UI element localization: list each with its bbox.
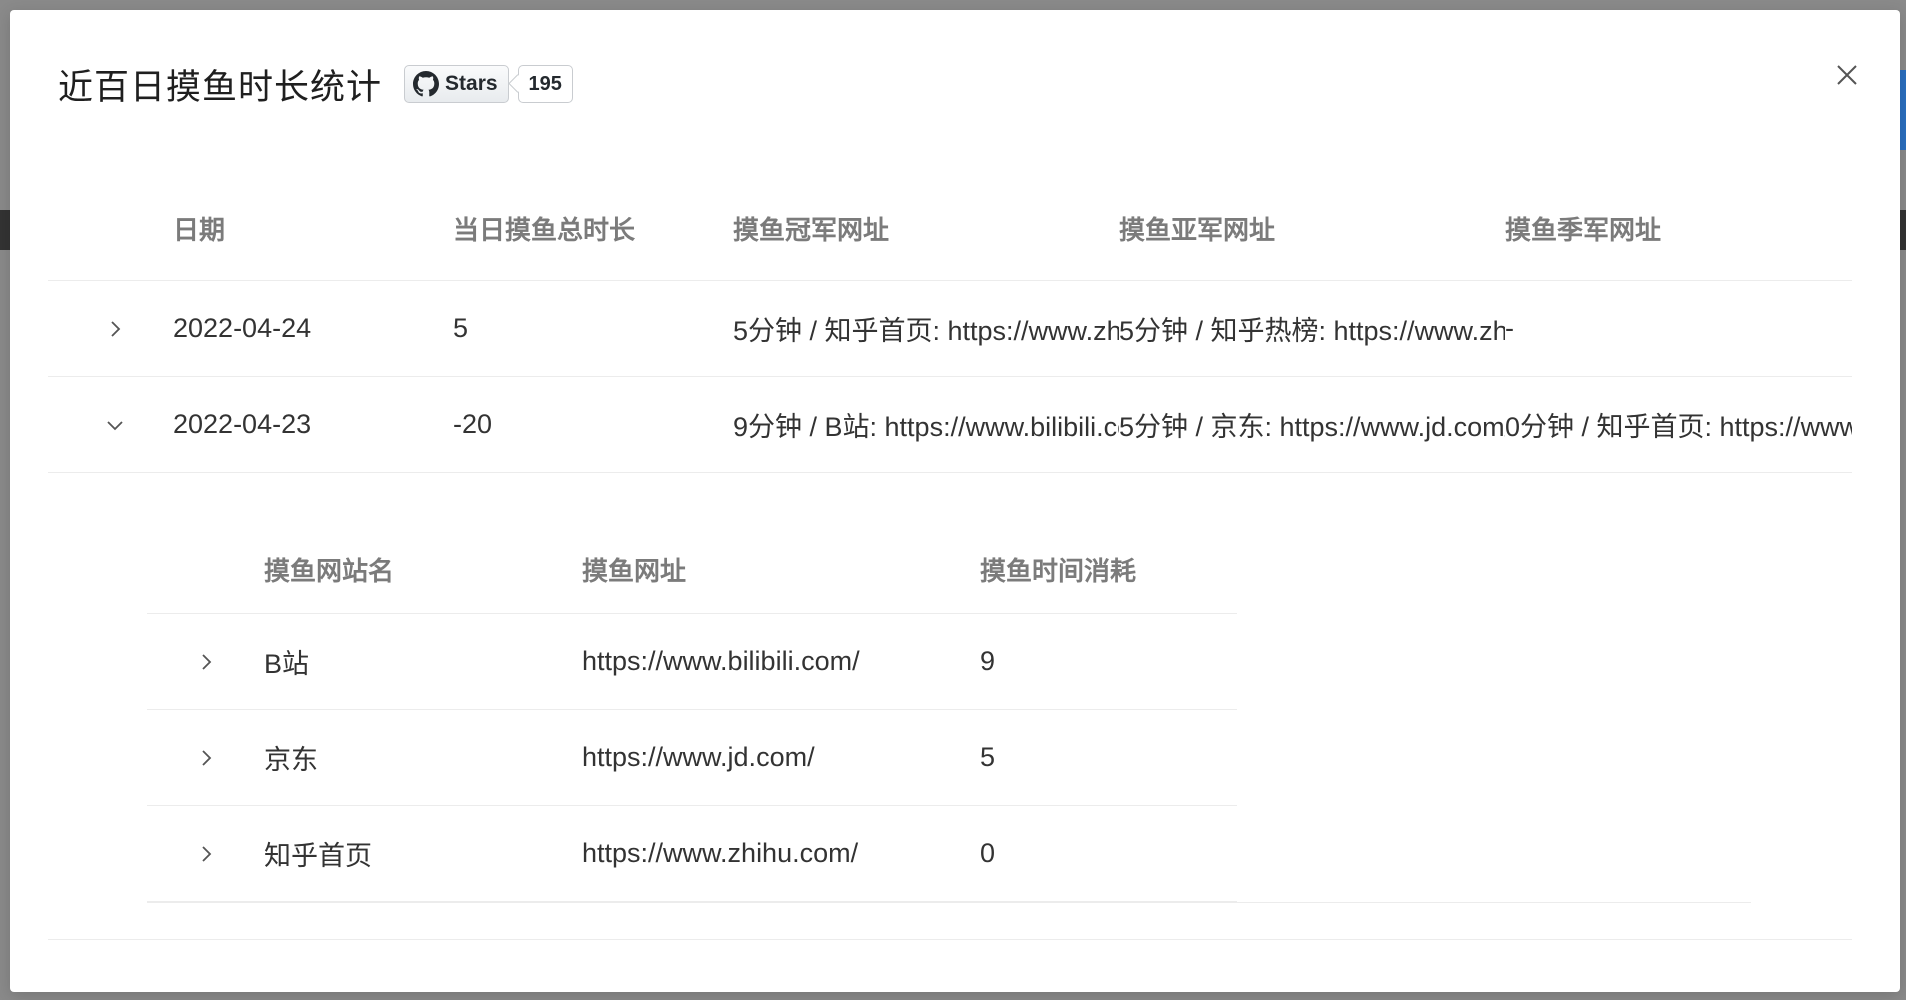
detail-row: B站 https://www.bilibili.com/ 9 <box>147 614 1237 710</box>
cell-total: -20 <box>453 409 493 439</box>
column-header-second: 摸鱼亚军网址 <box>1119 214 1276 245</box>
detail-cell-name: 京东 <box>264 745 318 775</box>
cell-third: - <box>1505 313 1514 343</box>
github-stars-button[interactable]: Stars <box>404 65 509 103</box>
chevron-right-icon <box>201 749 211 766</box>
modal-header: 近百日摸鱼时长统计 Stars 195 <box>58 56 573 112</box>
detail-cell-name: B站 <box>264 649 310 679</box>
column-header-date: 日期 <box>173 214 226 245</box>
github-stars-label: Stars <box>445 72 498 95</box>
detail-cell-url: https://www.bilibili.com/ <box>582 646 860 676</box>
cell-second: 5分钟 / 知乎热榜: https://www.zhihu.com/hot <box>1119 316 1505 346</box>
table-row: 2022-04-24 5 5分钟 / 知乎首页: https://www.zhi… <box>48 281 1852 377</box>
cell-total: 5 <box>453 313 469 343</box>
cell-champion: 9分钟 / B站: https://www.bilibili.com/ <box>733 412 1119 442</box>
cell-third: 0分钟 / 知乎首页: https://www.zhihu.com/ <box>1505 412 1852 442</box>
detail-expand-button[interactable] <box>147 843 264 865</box>
column-header-total: 当日摸鱼总时长 <box>453 214 636 245</box>
detail-cell-cost: 0 <box>980 838 996 868</box>
stats-table: 日期 当日摸鱼总时长 摸鱼冠军网址 摸鱼亚军网址 摸鱼季军网址 2022-04-… <box>48 176 1852 940</box>
column-header-third: 摸鱼季军网址 <box>1505 214 1662 245</box>
table-row: 2022-04-23 -20 9分钟 / B站: https://www.bil… <box>48 377 1852 473</box>
detail-divider <box>147 902 1751 903</box>
github-stars-widget[interactable]: Stars 195 <box>404 65 573 103</box>
detail-cell-cost: 9 <box>980 646 996 676</box>
table-header: 日期 当日摸鱼总时长 摸鱼冠军网址 摸鱼亚军网址 摸鱼季军网址 <box>48 176 1852 281</box>
detail-table-header: 摸鱼网站名 摸鱼网址 摸鱼时间消耗 <box>147 525 1237 614</box>
collapse-button[interactable] <box>48 414 173 436</box>
cell-date: 2022-04-23 <box>173 409 312 439</box>
github-icon <box>413 71 440 97</box>
chevron-right-icon <box>201 845 211 862</box>
close-button[interactable] <box>1832 60 1862 90</box>
detail-column-header-name: 摸鱼网站名 <box>264 555 395 586</box>
expand-button[interactable] <box>48 318 173 340</box>
detail-cell-url: https://www.jd.com/ <box>582 742 815 772</box>
chevron-right-icon <box>201 653 211 670</box>
detail-column-header-url: 摸鱼网址 <box>582 555 687 586</box>
detail-row: 知乎首页 https://www.zhihu.com/ 0 <box>147 806 1237 902</box>
detail-cell-url: https://www.zhihu.com/ <box>582 838 859 868</box>
cell-second: 5分钟 / 京东: https://www.jd.com/ <box>1119 412 1505 442</box>
detail-expand-button[interactable] <box>147 747 264 769</box>
detail-table: 摸鱼网站名 摸鱼网址 摸鱼时间消耗 B站 https://www.bilibil… <box>147 525 1237 902</box>
detail-column-header-cost: 摸鱼时间消耗 <box>980 555 1137 586</box>
expanded-row-detail: 摸鱼网站名 摸鱼网址 摸鱼时间消耗 B站 https://www.bilibil… <box>48 473 1852 940</box>
detail-expand-button[interactable] <box>147 651 264 673</box>
detail-cell-name: 知乎首页 <box>264 841 372 871</box>
chevron-right-icon <box>110 320 120 337</box>
cell-date: 2022-04-24 <box>173 313 312 343</box>
chevron-down-icon <box>106 420 123 430</box>
detail-cell-cost: 5 <box>980 742 996 772</box>
cell-champion: 5分钟 / 知乎首页: https://www.zhihu.com/ <box>733 316 1119 346</box>
modal-title: 近百日摸鱼时长统计 <box>58 67 383 107</box>
close-icon <box>1837 65 1857 85</box>
detail-row: 京东 https://www.jd.com/ 5 <box>147 710 1237 806</box>
column-header-champion: 摸鱼冠军网址 <box>733 214 890 245</box>
stats-modal: 近百日摸鱼时长统计 Stars 195 日期 当日摸鱼总时长 摸鱼冠军网址 摸鱼… <box>10 10 1900 992</box>
github-stars-count[interactable]: 195 <box>517 65 573 103</box>
